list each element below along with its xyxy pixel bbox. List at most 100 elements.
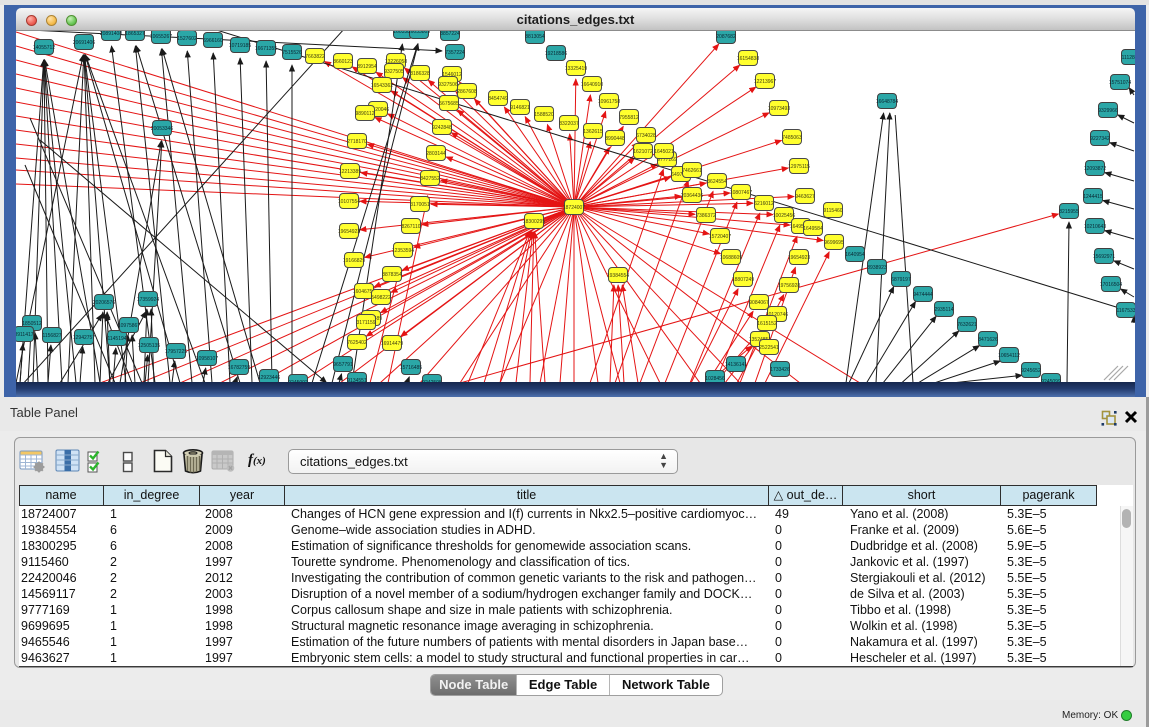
svg-text:20364436: 20364436 — [681, 193, 703, 199]
svg-text:1156827: 1156827 — [42, 333, 61, 339]
svg-text:16154838: 16154838 — [737, 56, 759, 62]
svg-text:12213389: 12213389 — [339, 169, 361, 175]
svg-text:3171159: 3171159 — [356, 320, 375, 326]
svg-text:8471626: 8471626 — [978, 337, 998, 343]
svg-text:18724007: 18724007 — [563, 205, 585, 211]
svg-text:16782759: 16782759 — [228, 365, 250, 371]
svg-text:16671355: 16671355 — [255, 46, 277, 52]
svg-text:20053346: 20053346 — [151, 126, 173, 132]
svg-text:1733426: 1733426 — [770, 367, 790, 373]
svg-text:20891408: 20891408 — [100, 31, 122, 37]
svg-text:12093872: 12093872 — [1084, 166, 1106, 172]
svg-text:12505135: 12505135 — [138, 343, 160, 349]
svg-text:10107554: 10107554 — [338, 199, 360, 205]
svg-text:7357224: 7357224 — [445, 50, 465, 56]
svg-text:7955812: 7955812 — [619, 115, 639, 121]
svg-text:9115460: 9115460 — [823, 208, 842, 214]
svg-text:10025456: 10025456 — [773, 213, 795, 219]
svg-text:10719185: 10719185 — [229, 43, 251, 49]
svg-text:2718170: 2718170 — [347, 139, 367, 145]
svg-text:15692971: 15692971 — [1093, 254, 1115, 260]
svg-text:14136141: 14136141 — [725, 362, 747, 368]
svg-text:8857224: 8857224 — [440, 31, 460, 37]
svg-text:2522541: 2522541 — [759, 345, 779, 351]
svg-text:7625402: 7625402 — [347, 340, 367, 346]
svg-text:1649584: 1649584 — [803, 226, 823, 232]
svg-text:19756928: 19756928 — [778, 283, 800, 289]
svg-text:8186328: 8186328 — [410, 71, 430, 77]
svg-text:2867608: 2867608 — [457, 89, 477, 95]
svg-text:5498222: 5498222 — [371, 295, 391, 301]
svg-text:12975115: 12975115 — [788, 164, 810, 170]
svg-text:1621072: 1621072 — [633, 149, 653, 155]
svg-text:17359924: 17359924 — [137, 297, 159, 303]
svg-text:10654112: 10654112 — [998, 353, 1020, 359]
svg-text:9134551: 9134551 — [347, 378, 367, 382]
svg-text:1640954: 1640954 — [845, 252, 865, 258]
svg-text:5675685: 5675685 — [439, 101, 459, 107]
svg-text:8660123: 8660123 — [333, 59, 353, 65]
svg-text:7386372: 7386372 — [696, 213, 716, 219]
svg-text:19384554: 19384554 — [607, 273, 629, 279]
svg-text:16033809: 16033809 — [408, 31, 430, 35]
svg-text:10973493: 10973493 — [768, 106, 790, 112]
svg-text:9474444: 9474444 — [913, 292, 933, 298]
svg-text:15720407: 15720407 — [709, 234, 731, 240]
svg-text:19218586: 19218586 — [545, 51, 567, 57]
svg-text:19654923: 19654923 — [338, 229, 360, 235]
svg-text:9329966: 9329966 — [1098, 108, 1118, 114]
svg-text:6734028: 6734028 — [636, 133, 656, 139]
svg-text:1167533: 1167533 — [1116, 308, 1135, 314]
svg-text:9463627: 9463627 — [795, 194, 815, 200]
svg-text:6966160: 6966160 — [203, 38, 223, 44]
svg-text:7462661: 7462661 — [682, 168, 702, 174]
svg-text:3624554: 3624554 — [707, 179, 727, 185]
svg-text:18300295: 18300295 — [523, 219, 545, 225]
svg-text:8912954: 8912954 — [357, 64, 377, 70]
svg-text:1645021: 1645021 — [654, 149, 674, 155]
svg-text:9227342: 9227342 — [1090, 136, 1110, 142]
svg-text:10975867: 10975867 — [118, 323, 140, 329]
svg-text:1865327: 1865327 — [125, 31, 145, 37]
svg-text:17016504: 17016504 — [1100, 282, 1122, 288]
svg-text:3911417: 3911417 — [16, 332, 34, 338]
svg-text:16914479: 16914479 — [381, 341, 403, 347]
svg-text:1244415: 1244415 — [1083, 194, 1103, 200]
svg-text:8267110: 8267110 — [401, 224, 420, 230]
svg-text:12923446: 12923446 — [258, 375, 280, 381]
svg-text:10655267: 10655267 — [150, 34, 172, 40]
svg-text:9084067: 9084067 — [749, 300, 769, 306]
svg-text:2935114: 2935114 — [934, 307, 953, 313]
svg-text:20691406: 20691406 — [73, 40, 95, 46]
svg-text:8878354: 8878354 — [382, 272, 402, 278]
svg-text:8427552: 8427552 — [420, 176, 440, 182]
svg-text:8215955: 8215955 — [1059, 209, 1079, 215]
svg-text:12942757: 12942757 — [73, 335, 95, 341]
svg-text:7663822: 7663822 — [305, 54, 325, 60]
svg-text:16648784: 16648784 — [876, 99, 898, 105]
svg-text:2087682: 2087682 — [716, 34, 736, 40]
svg-text:15751074: 15751074 — [1109, 80, 1131, 86]
svg-text:8813054: 8813054 — [525, 34, 545, 40]
svg-text:9245099: 9245099 — [1041, 379, 1061, 382]
svg-text:1588520: 1588520 — [534, 112, 554, 118]
svg-text:8938923: 8938923 — [867, 265, 887, 271]
svg-text:10961758: 10961758 — [598, 99, 620, 105]
svg-text:16640910: 16640910 — [581, 82, 603, 88]
svg-text:10958107: 10958107 — [196, 356, 218, 362]
svg-text:6216012: 6216012 — [754, 201, 774, 207]
svg-text:9327505: 9327505 — [384, 69, 404, 75]
svg-text:7485063: 7485063 — [782, 135, 802, 141]
svg-text:9657791: 9657791 — [333, 362, 353, 368]
svg-text:3170051: 3170051 — [410, 202, 430, 208]
svg-text:9245652: 9245652 — [1021, 368, 1041, 374]
svg-text:17957225: 17957225 — [165, 349, 187, 355]
svg-text:1145194: 1145194 — [107, 336, 126, 342]
svg-text:8454749: 8454749 — [488, 96, 508, 102]
svg-text:2803144: 2803144 — [426, 151, 446, 157]
svg-text:12213967: 12213967 — [754, 79, 776, 85]
svg-text:1112843: 1112843 — [1122, 55, 1135, 61]
svg-text:1028456: 1028456 — [705, 376, 725, 382]
svg-text:7515526: 7515526 — [282, 50, 302, 56]
svg-text:15716485: 15716485 — [400, 365, 422, 371]
